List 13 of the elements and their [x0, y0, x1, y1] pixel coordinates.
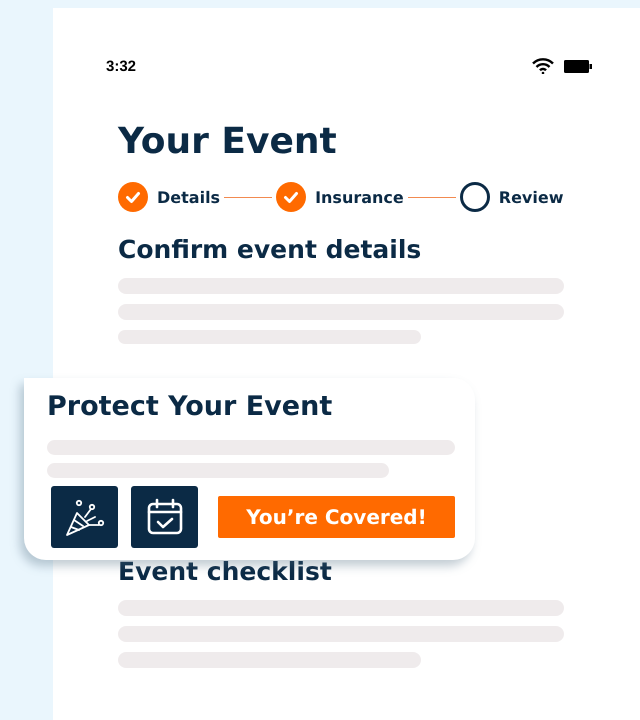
- battery-icon: [564, 60, 592, 72]
- calendar-check-icon: [131, 486, 198, 548]
- step-label: Details: [157, 188, 220, 206]
- page-title: Your Event: [118, 120, 338, 164]
- step-label: Review: [498, 188, 564, 206]
- section-heading: Confirm event details: [118, 234, 422, 266]
- card-title: Protect Your Event: [47, 390, 334, 424]
- covered-badge: You’re Covered!: [218, 496, 455, 538]
- section-heading: Event checklist: [118, 556, 333, 588]
- wifi-icon: [532, 58, 554, 74]
- party-popper-icon: [51, 486, 118, 548]
- step-label: Insurance: [315, 188, 404, 206]
- status-time: 3:32: [106, 58, 136, 74]
